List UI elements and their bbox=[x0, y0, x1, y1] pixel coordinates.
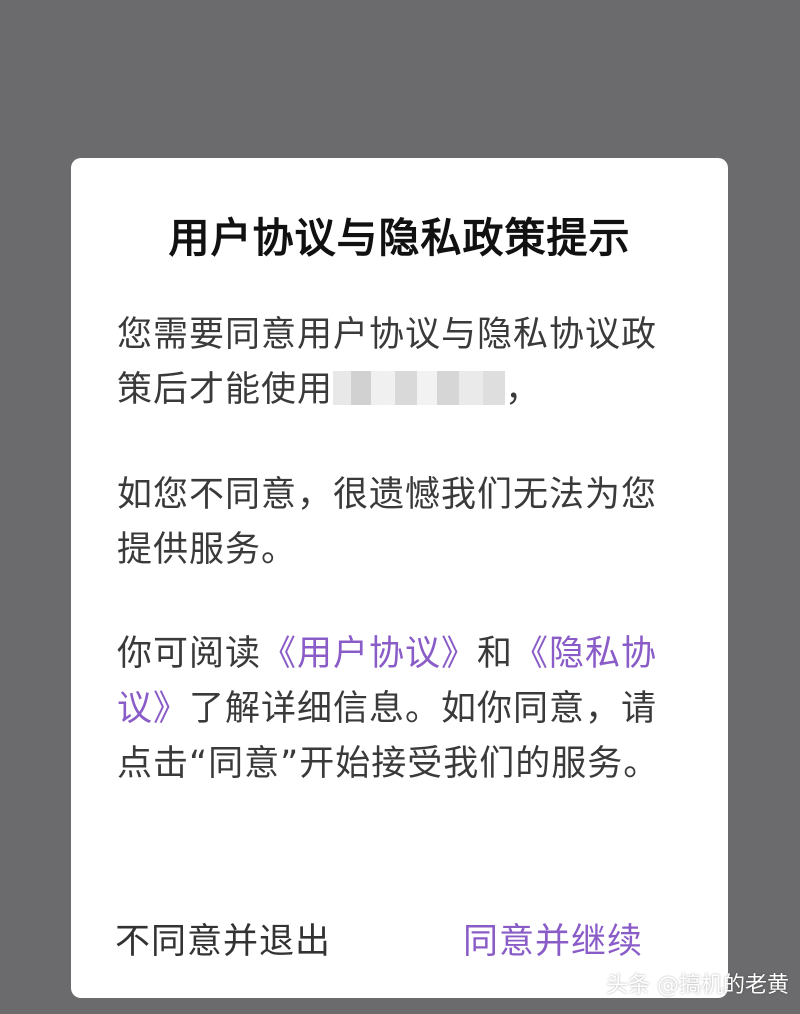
agree-and-continue-button[interactable]: 同意并继续 bbox=[463, 910, 643, 974]
privacy-dialog: 用户协议与隐私政策提示 您需要同意用户协议与隐私协议政策后才能使用， 如您不同意… bbox=[71, 158, 728, 998]
read-text: 你可阅读 bbox=[117, 634, 262, 674]
paragraph-decline-notice: 如您不同意，很遗憾我们无法为您提供服务。 bbox=[117, 475, 658, 570]
dialog-title: 用户协议与隐私政策提示 bbox=[168, 214, 631, 262]
details-text: 了解详细信息。如你同意，请点击“同意”开始接受我们的服务。 bbox=[117, 689, 660, 784]
paragraph-consent-requirement: 您需要同意用户协议与隐私协议政策后才能使用， bbox=[117, 308, 687, 418]
and-text: 和 bbox=[477, 634, 514, 674]
paragraph-agreement-links: 你可阅读《用户协议》和《隐私协议》了解详细信息。如你同意，请点击“同意”开始接受… bbox=[117, 627, 687, 792]
watermark: 头条 @搞机的老黄 bbox=[606, 973, 789, 998]
consent-text-end: ， bbox=[505, 370, 542, 410]
user-agreement-link[interactable]: 《用户协议》 bbox=[261, 634, 477, 674]
blurred-app-name bbox=[333, 371, 506, 405]
decline-and-exit-button[interactable]: 不同意并退出 bbox=[115, 910, 331, 974]
